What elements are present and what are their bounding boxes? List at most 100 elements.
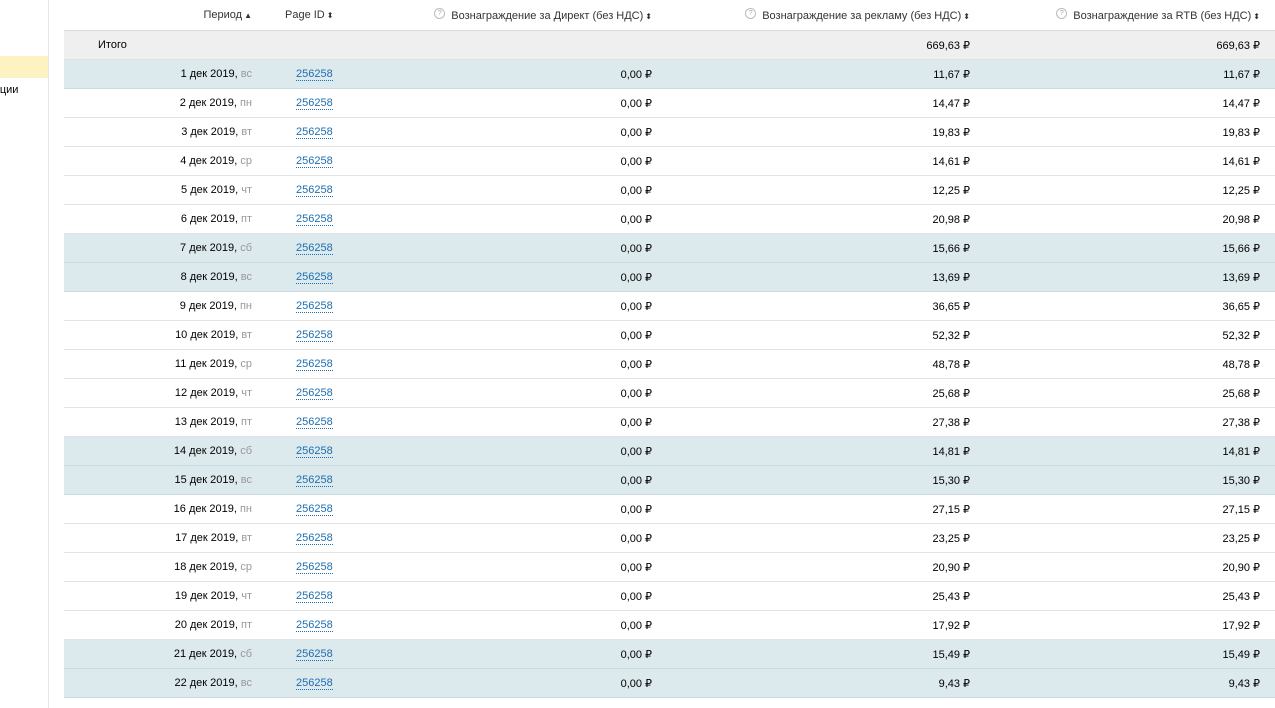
period-date: 19 дек 2019, [174,590,239,602]
table-row: 13 дек 2019, пт 256258 0,00 ₽ 27,38 ₽ 27,38 ₽ [64,408,1275,437]
column-header-period[interactable]: Период ▲ [64,9,257,21]
period-date: 12 дек 2019, [174,387,239,399]
page-id-link[interactable]: 256258 [296,561,333,574]
ruble-icon: ₽ [963,155,970,168]
period-weekday: чт [241,184,252,196]
cell-direct: 0,00 ₽ [620,155,652,168]
ruble-icon: ₽ [963,39,970,52]
page-id-link[interactable]: 256258 [296,387,333,400]
ruble-icon: ₽ [1253,68,1260,81]
ruble-icon: ₽ [963,445,970,458]
ruble-icon: ₽ [963,329,970,342]
help-icon[interactable]: ? [1056,8,1068,19]
page-id-link[interactable]: 256258 [296,474,333,487]
cell-rtb: 14,61 ₽ [1222,155,1260,168]
ruble-icon: ₽ [963,300,970,313]
cell-ads: 52,32 ₽ [932,329,970,342]
ruble-icon: ₽ [645,532,652,545]
page-id-link[interactable]: 256258 [296,184,333,197]
page-id-link[interactable]: 256258 [296,300,333,313]
ruble-icon: ₽ [645,677,652,690]
page-id-link[interactable]: 256258 [296,416,333,429]
page-id-link[interactable]: 256258 [296,590,333,603]
cell-page-id: 256258 [257,474,367,487]
cell-ads: 25,68 ₽ [932,387,970,400]
cell-ads: 17,92 ₽ [932,619,970,632]
page-id-link[interactable]: 256258 [296,68,333,81]
page-id-link[interactable]: 256258 [296,126,333,139]
column-header-page-id[interactable]: Page ID ⬍ [257,9,367,21]
table-row: 20 дек 2019, пт 256258 0,00 ₽ 17,92 ₽ 17,92 ₽ [64,611,1275,640]
period-weekday: вт [241,532,252,544]
ruble-icon: ₽ [963,474,970,487]
cell-period: 13 дек 2019, пт [64,416,257,428]
cell-page-id: 256258 [257,590,367,603]
page-id-link[interactable]: 256258 [296,648,333,661]
period-weekday: сб [240,648,252,660]
page-id-link[interactable]: 256258 [296,271,333,284]
page-id-link[interactable]: 256258 [296,619,333,632]
ruble-icon: ₽ [1253,474,1260,487]
ruble-icon: ₽ [963,619,970,632]
ruble-icon: ₽ [645,387,652,400]
table-body: 1 дек 2019, вс 256258 0,00 ₽ 11,67 ₽ 11,67 ₽ 2 д… [64,60,1275,698]
ruble-icon: ₽ [1253,416,1260,429]
cell-ads: 23,25 ₽ [932,532,970,545]
column-header-rtb[interactable]: ? Вознаграждение за RTB (без НДС) ⬍ [970,8,1260,22]
cell-direct: 0,00 ₽ [620,126,652,139]
help-icon[interactable]: ? [434,8,446,19]
column-header-direct[interactable]: ? Вознаграждение за Директ (без НДС) ⬍ [367,8,652,22]
help-icon[interactable]: ? [745,8,757,19]
page-id-link[interactable]: 256258 [296,97,333,110]
period-date: 6 дек 2019, [180,213,238,225]
cell-page-id: 256258 [257,561,367,574]
ruble-icon: ₽ [1253,329,1260,342]
cell-ads: 14,81 ₽ [932,445,970,458]
table-row: 5 дек 2019, чт 256258 0,00 ₽ 12,25 ₽ 12,25 ₽ [64,176,1275,205]
cell-rtb: 13,69 ₽ [1222,271,1260,284]
cell-page-id: 256258 [257,300,367,313]
cell-period: 17 дек 2019, вт [64,532,257,544]
page-id-link[interactable]: 256258 [296,213,333,226]
ruble-icon: ₽ [963,184,970,197]
page-id-link[interactable]: 256258 [296,503,333,516]
sidebar-item[interactable]: вации [0,84,48,96]
page-id-link[interactable]: 256258 [296,155,333,168]
cell-page-id: 256258 [257,184,367,197]
cell-direct: 0,00 ₽ [620,213,652,226]
page-id-link[interactable]: 256258 [296,358,333,371]
period-weekday: сб [240,445,252,457]
cell-rtb: 9,43 ₽ [1228,677,1260,690]
page-id-link[interactable]: 256258 [296,329,333,342]
sidebar-active-item[interactable] [0,56,48,78]
cell-rtb: 19,83 ₽ [1222,126,1260,139]
ruble-icon: ₽ [1253,242,1260,255]
table-row: 17 дек 2019, вт 256258 0,00 ₽ 23,25 ₽ 23,25 ₽ [64,524,1275,553]
cell-ads: 11,67 ₽ [933,68,970,81]
ruble-icon: ₽ [1253,387,1260,400]
table-row: 11 дек 2019, ср 256258 0,00 ₽ 48,78 ₽ 48,78 ₽ [64,350,1275,379]
cell-rtb: 27,15 ₽ [1222,503,1260,516]
period-weekday: вс [240,677,252,689]
period-date: 21 дек 2019, [173,648,238,660]
cell-ads: 27,38 ₽ [932,416,970,429]
cell-period: 11 дек 2019, ср [64,358,257,370]
page-id-link[interactable]: 256258 [296,677,333,690]
ruble-icon: ₽ [1253,561,1260,574]
page-id-link[interactable]: 256258 [296,445,333,458]
sidebar-item-label: вации [0,84,19,96]
cell-period: 15 дек 2019, вс [64,474,257,486]
period-date: 8 дек 2019, [180,271,238,283]
cell-rtb: 52,32 ₽ [1222,329,1260,342]
period-date: 7 дек 2019, [180,242,238,254]
cell-period: 1 дек 2019, вс [64,68,257,80]
cell-direct: 0,00 ₽ [620,329,652,342]
cell-rtb: 20,90 ₽ [1222,561,1260,574]
cell-ads: 20,90 ₽ [932,561,970,574]
cell-page-id: 256258 [257,126,367,139]
page-id-link[interactable]: 256258 [296,532,333,545]
column-header-ads[interactable]: ? Вознаграждение за рекламу (без НДС) ⬍ [652,8,970,22]
page-id-link[interactable]: 256258 [296,242,333,255]
cell-direct: 0,00 ₽ [620,68,652,81]
period-date: 13 дек 2019, [174,416,238,428]
